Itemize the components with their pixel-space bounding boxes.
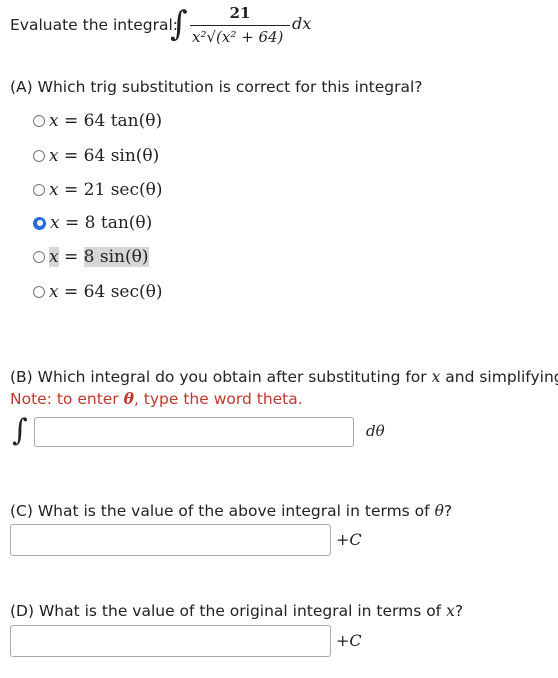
part-d-suffix: +C — [336, 631, 362, 650]
option-eq: = — [64, 146, 79, 166]
option-var: x — [49, 247, 59, 267]
option-5[interactable]: x = 8 sin(θ) — [33, 246, 149, 268]
note-text: Note: to enter — [10, 390, 124, 408]
note-text-end: , type the word theta. — [133, 390, 303, 408]
part-b-differential: dθ — [366, 422, 385, 440]
option-eq: = — [64, 247, 79, 267]
option-eq: = — [64, 282, 79, 302]
part-c-suffix: +C — [336, 530, 362, 549]
option-3[interactable]: x = 21 sec(θ) — [33, 179, 163, 201]
part-d-input[interactable] — [10, 625, 331, 657]
note-theta: θ — [123, 389, 134, 408]
part-b-question-text-end: and simplifying? — [445, 368, 558, 386]
part-d-question-var: x — [446, 602, 455, 620]
option-eq: = — [64, 180, 79, 200]
integrand-differential: dx — [292, 14, 312, 33]
part-c-question-text-end: ? — [443, 502, 453, 520]
option-eq: = — [64, 111, 79, 131]
part-d-question-text-end: ? — [454, 602, 464, 620]
part-c-question-var: θ — [434, 502, 444, 520]
radio-button[interactable] — [33, 150, 45, 162]
fraction-bar — [190, 25, 290, 26]
option-var: x — [49, 146, 59, 166]
radio-button[interactable] — [33, 286, 45, 298]
option-eq: = — [65, 213, 80, 233]
option-expression: 8 sin(θ) — [83, 247, 149, 267]
option-expression: 64 sec(θ) — [83, 282, 163, 302]
part-b-integral-symbol: ∫ — [12, 413, 28, 448]
option-expression: 64 tan(θ) — [83, 111, 163, 131]
option-var: x — [50, 213, 60, 233]
problem-intro: Evaluate the integral: — [10, 16, 178, 34]
part-c-input[interactable] — [10, 524, 331, 556]
option-var: x — [49, 180, 59, 200]
integral-symbol: ∫ — [170, 4, 188, 44]
radio-button[interactable] — [33, 115, 45, 127]
part-d-question-text: (D) What is the value of the original in… — [10, 602, 447, 620]
option-expression: 21 sec(θ) — [83, 180, 163, 200]
integrand-denominator: x²√(x² + 64) — [192, 28, 284, 46]
radio-button-selected[interactable] — [33, 216, 46, 230]
option-expression: 8 tan(θ) — [84, 213, 153, 233]
option-2[interactable]: x = 64 sin(θ) — [33, 145, 159, 167]
part-c-question-text: (C) What is the value of the above integ… — [10, 502, 435, 520]
integrand-numerator: 21 — [229, 4, 251, 22]
part-d-question: (D) What is the value of the original in… — [10, 602, 463, 620]
radio-button[interactable] — [33, 184, 45, 196]
part-b-note: Note: to enter θ, type the word theta. — [10, 389, 303, 408]
option-expression: 64 sin(θ) — [83, 146, 160, 166]
part-b-question-text: (B) Which integral do you obtain after s… — [10, 368, 432, 386]
option-var: x — [49, 282, 59, 302]
option-4[interactable]: x = 8 tan(θ) — [33, 212, 152, 234]
part-b-input[interactable] — [34, 417, 354, 447]
option-1[interactable]: x = 64 tan(θ) — [33, 110, 162, 132]
part-b-question: (B) Which integral do you obtain after s… — [10, 368, 558, 386]
part-c-question: (C) What is the value of the above integ… — [10, 502, 452, 520]
radio-button[interactable] — [33, 251, 45, 263]
option-6[interactable]: x = 64 sec(θ) — [33, 281, 163, 303]
option-var: x — [49, 111, 59, 131]
part-a-question: (A) Which trig substitution is correct f… — [10, 78, 423, 96]
